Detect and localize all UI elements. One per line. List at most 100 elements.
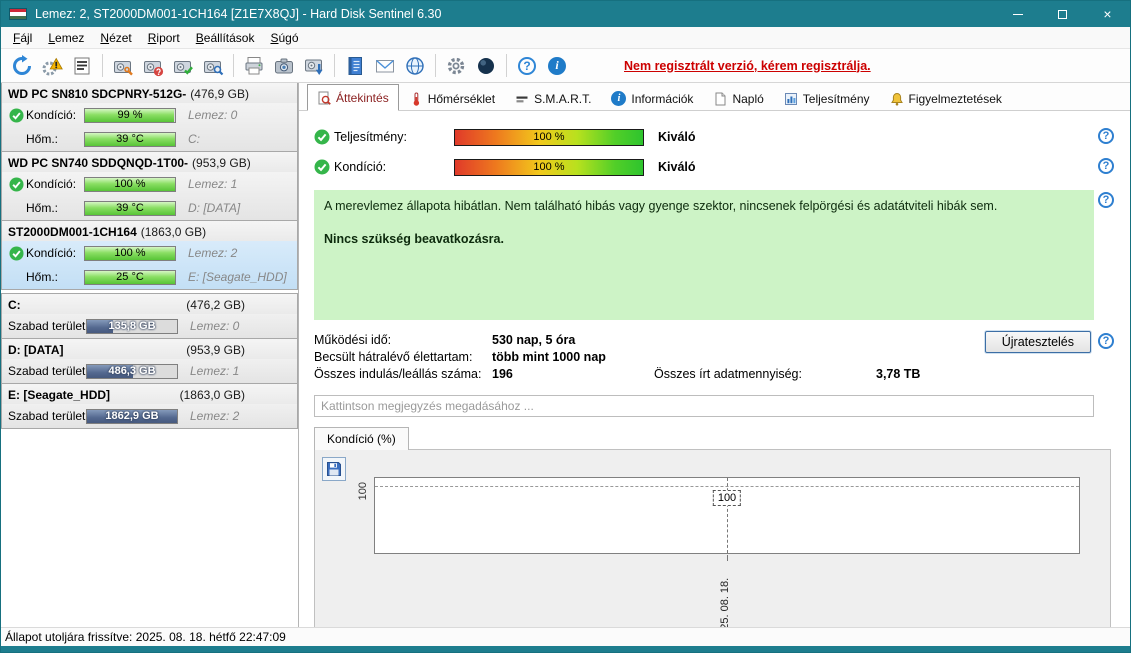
status-text: A merevlemez állapota hibátlan. Nem talá… bbox=[324, 198, 1084, 215]
disk-question-button[interactable] bbox=[139, 52, 167, 80]
menu-report[interactable]: Riport bbox=[140, 28, 188, 48]
tab-overview[interactable]: Áttekintés bbox=[307, 84, 399, 111]
retest-button[interactable]: Újratesztelés bbox=[985, 331, 1091, 353]
window-controls: × bbox=[995, 1, 1130, 27]
tab-label: Információk bbox=[631, 92, 693, 106]
settings-button[interactable] bbox=[442, 52, 470, 80]
temperature-row: Hőm.: 39 °C C: bbox=[2, 127, 297, 151]
help-icon[interactable]: ? bbox=[1098, 128, 1114, 144]
partition-list-item-d[interactable]: D: [DATA] (953,9 GB) Szabad terület 486,… bbox=[1, 338, 298, 384]
theme-button[interactable] bbox=[472, 52, 500, 80]
app-window: Lemez: 2, ST2000DM001-1CH164 [Z1E7X8QJ] … bbox=[0, 0, 1131, 653]
condition-bar: 99 % bbox=[84, 108, 176, 123]
titlebar: Lemez: 2, ST2000DM001-1CH164 [Z1E7X8QJ] … bbox=[1, 1, 1130, 27]
alert-settings-button[interactable] bbox=[38, 52, 66, 80]
partition-header: D: [DATA] (953,9 GB) bbox=[2, 339, 297, 359]
close-button[interactable]: × bbox=[1085, 1, 1130, 27]
temperature-row: Hőm.: 39 °C D: [DATA] bbox=[2, 196, 297, 220]
drive-letter-label: D: [DATA] bbox=[188, 201, 240, 215]
temperature-label: Hőm.: bbox=[26, 132, 84, 146]
free-space-value: 486,3 GB bbox=[87, 365, 177, 378]
statusbar: Állapot utoljára frissítve: 2025. 08. 18… bbox=[1, 627, 1130, 646]
disk-number-label: Lemez: 0 bbox=[188, 108, 237, 122]
disk-ok-button[interactable] bbox=[169, 52, 197, 80]
help-icon: ? bbox=[518, 57, 536, 75]
tab-temperature[interactable]: Hőmérséklet bbox=[399, 86, 505, 111]
disk-name: ST2000DM001-1CH164 bbox=[8, 225, 137, 239]
tab-alerts[interactable]: Figyelmeztetések bbox=[880, 86, 1012, 111]
disk-list-item-0[interactable]: WD PC SN810 SDCPNRY-512G-(476,9 GB) Kond… bbox=[1, 83, 298, 152]
toolbar-separator bbox=[334, 54, 335, 77]
main-panel: Áttekintés Hőmérséklet S.M.A.R.T. i Info… bbox=[299, 83, 1130, 627]
free-space-label: Szabad terület bbox=[8, 409, 86, 423]
minimize-button[interactable] bbox=[995, 1, 1040, 27]
menu-settings[interactable]: Beállítások bbox=[188, 28, 263, 48]
log-page-icon bbox=[713, 92, 727, 106]
disk-name: WD PC SN810 SDCPNRY-512G- bbox=[8, 87, 186, 101]
menu-help[interactable]: Súgó bbox=[262, 28, 306, 48]
tab-performance[interactable]: Teljesítmény bbox=[774, 86, 880, 111]
disk-list-item-2-selected[interactable]: ST2000DM001-1CH164(1863,0 GB) Kondíció: … bbox=[1, 220, 298, 290]
network-button[interactable] bbox=[401, 52, 429, 80]
tab-smart[interactable]: S.M.A.R.T. bbox=[505, 86, 601, 111]
partition-size: (476,2 GB) bbox=[186, 298, 245, 312]
screenshot-icon bbox=[273, 55, 295, 77]
status-ok-icon bbox=[9, 246, 24, 261]
total-written-value: 3,78 TB bbox=[876, 367, 1094, 381]
condition-value: 100 % bbox=[85, 247, 175, 260]
screenshot-button[interactable] bbox=[270, 52, 298, 80]
partition-header: C: (476,2 GB) bbox=[2, 294, 297, 314]
email-button[interactable] bbox=[371, 52, 399, 80]
notes-button[interactable] bbox=[341, 52, 369, 80]
free-space-row: Szabad terület 486,3 GB Lemez: 1 bbox=[2, 359, 297, 383]
email-icon bbox=[374, 55, 396, 77]
start-stop-label: Összes indulás/leállás száma: bbox=[314, 367, 492, 381]
partition-size: (953,9 GB) bbox=[186, 343, 245, 357]
disk-search-button[interactable] bbox=[199, 52, 227, 80]
condition-label: Kondíció: bbox=[26, 108, 84, 122]
print-button[interactable] bbox=[240, 52, 268, 80]
condition-bar: 100 % bbox=[454, 159, 644, 176]
maximize-button[interactable] bbox=[1040, 1, 1085, 27]
help-icon[interactable]: ? bbox=[1098, 158, 1114, 174]
disk-export-button[interactable] bbox=[300, 52, 328, 80]
help-icon[interactable]: ? bbox=[1098, 192, 1114, 208]
help-icon[interactable]: ? bbox=[1098, 333, 1114, 349]
register-link[interactable]: Nem regisztrált verzió, kérem regisztrál… bbox=[624, 59, 871, 73]
point-value-label: 100 bbox=[713, 490, 741, 506]
power-on-value: 530 nap, 5 óra bbox=[492, 333, 654, 347]
gear-icon bbox=[445, 55, 467, 77]
menu-view[interactable]: Nézet bbox=[92, 28, 139, 48]
menu-disk[interactable]: Lemez bbox=[40, 28, 92, 48]
chart-tab-condition[interactable]: Kondíció (%) bbox=[314, 427, 409, 450]
status-updated-text: Állapot utoljára frissítve: 2025. 08. 18… bbox=[5, 630, 286, 644]
menu-file[interactable]: Fájl bbox=[5, 28, 40, 48]
disk-number-label: Lemez: 2 bbox=[190, 409, 239, 423]
tab-label: Áttekintés bbox=[336, 91, 389, 105]
disk-list-item-1[interactable]: WD PC SN740 SDDQNQD-1T00-(953,9 GB) Kond… bbox=[1, 151, 298, 221]
disk-number-label: Lemez: 1 bbox=[188, 177, 237, 191]
tab-information[interactable]: i Információk bbox=[601, 86, 703, 111]
condition-row: Kondíció: 100 % Kiváló ? bbox=[314, 154, 1094, 180]
partition-list-item-c[interactable]: C: (476,2 GB) Szabad terület 135,8 GB Le… bbox=[1, 293, 298, 339]
disk-question-icon bbox=[142, 55, 164, 77]
print-icon bbox=[243, 55, 265, 77]
partition-list-item-e[interactable]: E: [Seagate_HDD] (1863,0 GB) Szabad terü… bbox=[1, 383, 298, 429]
free-space-value: 1862,9 GB bbox=[87, 410, 177, 423]
save-chart-button[interactable] bbox=[322, 457, 346, 481]
temperature-bar: 39 °C bbox=[84, 132, 176, 147]
help-button[interactable]: ? bbox=[513, 52, 541, 80]
free-space-label: Szabad terület bbox=[8, 319, 86, 333]
report-button[interactable] bbox=[68, 52, 96, 80]
disk-number-label: Lemez: 0 bbox=[190, 319, 239, 333]
refresh-button[interactable] bbox=[8, 52, 36, 80]
condition-chart: 100 100 2025. 08. 18. bbox=[314, 449, 1111, 643]
comment-input[interactable] bbox=[314, 395, 1094, 417]
power-on-label: Működési idő: bbox=[314, 333, 492, 347]
info-button[interactable]: i bbox=[543, 52, 571, 80]
info-icon: i bbox=[548, 57, 566, 75]
disk-repair-button[interactable] bbox=[109, 52, 137, 80]
tab-log[interactable]: Napló bbox=[703, 86, 773, 111]
overview-content: Teljesítmény: 100 % Kiváló ? Kondíció: 1… bbox=[299, 112, 1130, 627]
tab-label: Figyelmeztetések bbox=[909, 92, 1002, 106]
